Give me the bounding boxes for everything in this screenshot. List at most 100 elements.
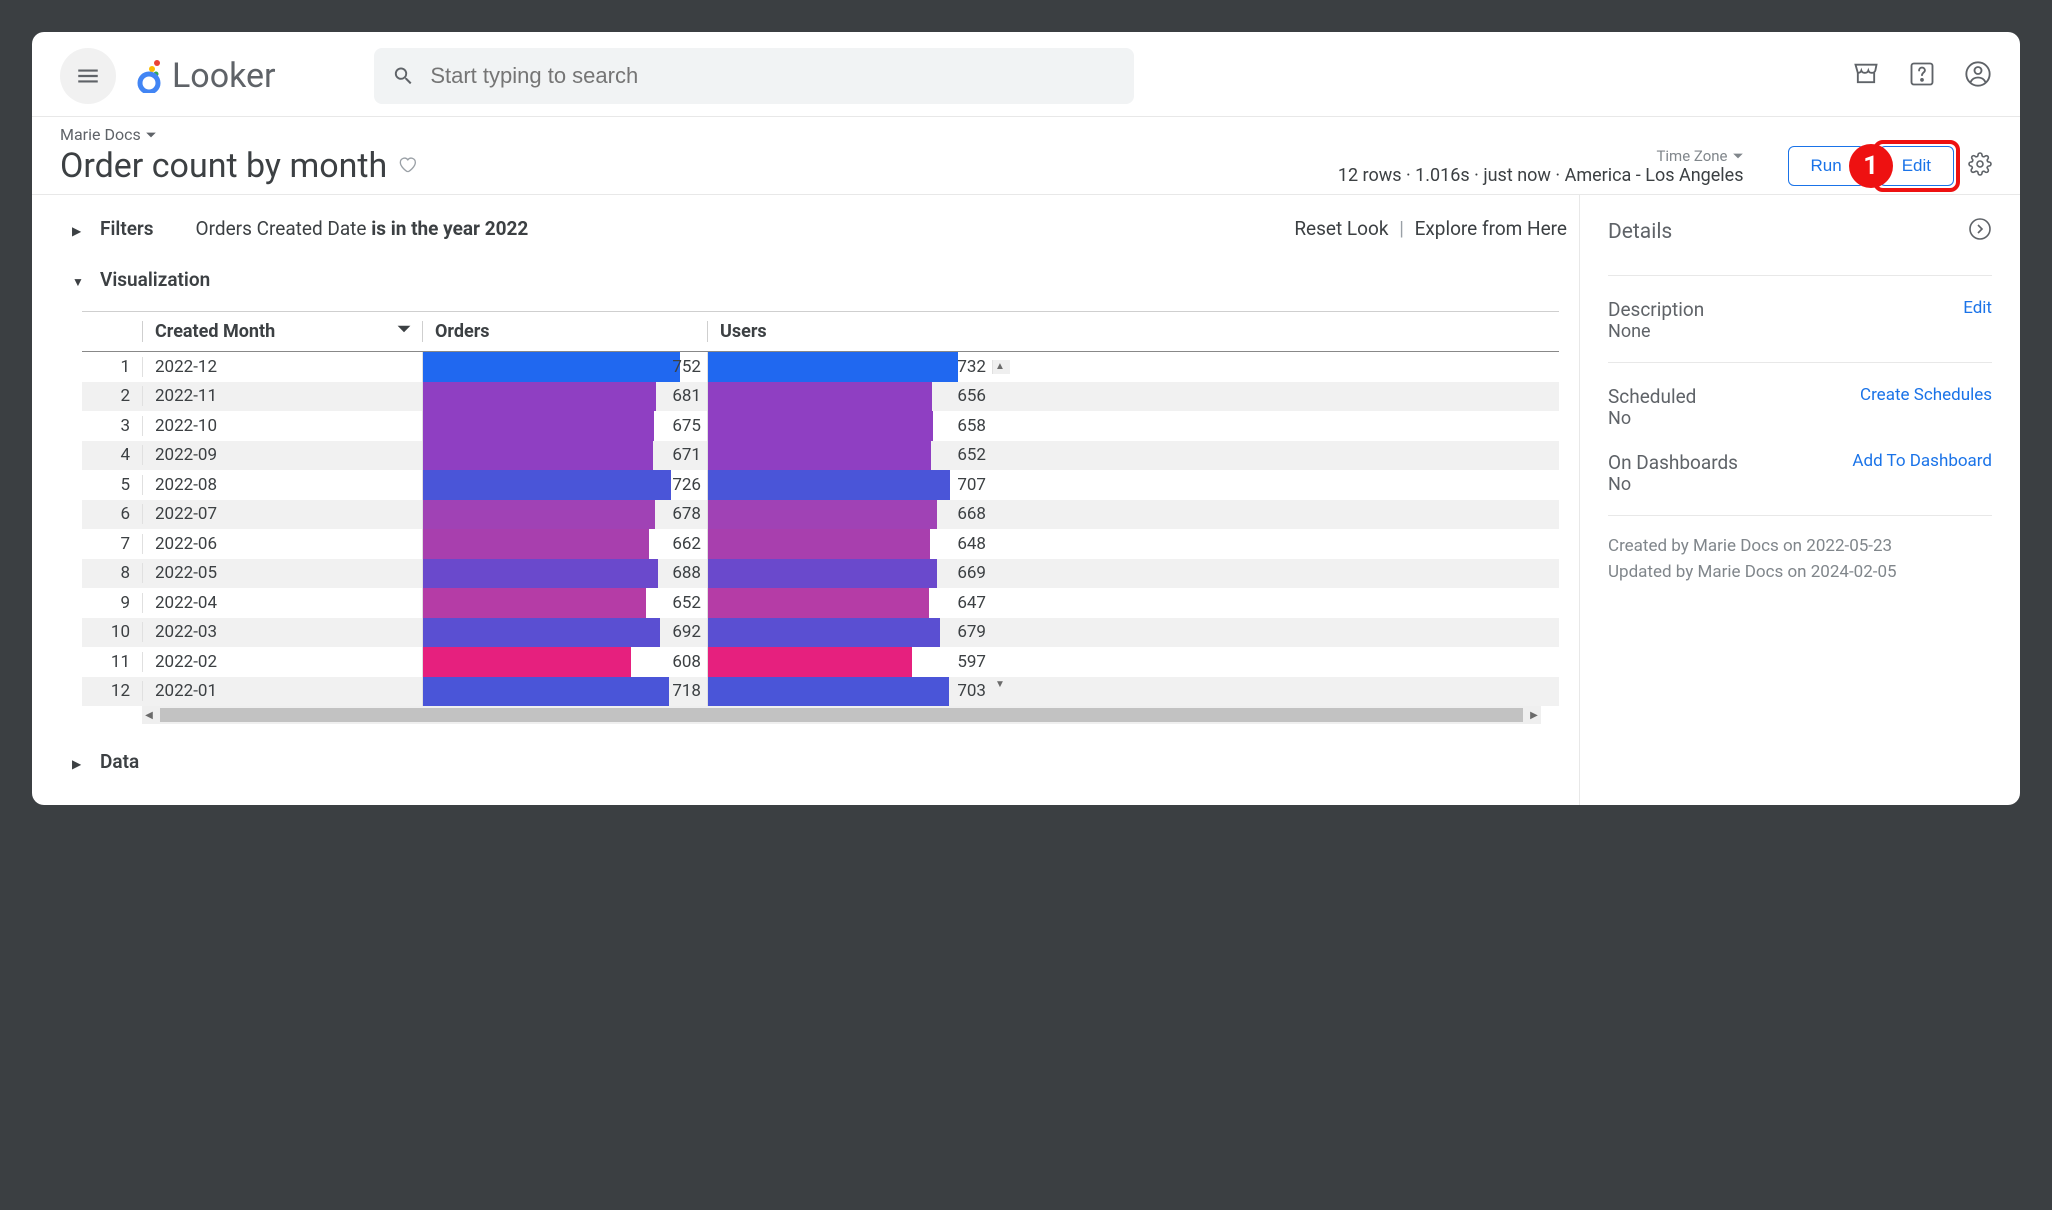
column-orders[interactable]: Orders xyxy=(422,321,707,342)
filters-label: Filters xyxy=(100,217,154,240)
cell-orders: 718 xyxy=(422,677,707,707)
users-value: 652 xyxy=(957,445,986,465)
table-row: 102022-03692679 xyxy=(82,618,1559,648)
filters-section-header[interactable]: Filters Orders Created Date is in the ye… xyxy=(72,217,1567,240)
column-users[interactable]: Users xyxy=(707,321,992,342)
row-index: 6 xyxy=(82,504,142,524)
query-status: 12 rows · 1.016s · just now · America - … xyxy=(1338,165,1744,186)
look-header: Marie Docs Order count by month Time Zon… xyxy=(32,117,2020,195)
row-index: 9 xyxy=(82,593,142,613)
description-label: Description xyxy=(1608,298,1704,321)
search-input[interactable] xyxy=(428,62,1115,90)
timezone-selector[interactable]: Time Zone xyxy=(1656,147,1743,165)
users-value: 648 xyxy=(957,534,986,554)
status-when: just now xyxy=(1483,165,1551,186)
account-icon[interactable] xyxy=(1964,60,1992,92)
users-bar xyxy=(708,559,937,589)
marketplace-icon[interactable] xyxy=(1852,60,1880,92)
orders-value: 652 xyxy=(672,593,701,613)
favorite-icon[interactable] xyxy=(397,154,417,178)
column-users-label: Users xyxy=(720,321,767,342)
cell-created-month: 2022-03 xyxy=(142,622,422,642)
users-value: 647 xyxy=(957,593,986,613)
users-value: 732 xyxy=(957,357,986,377)
explore-from-here-link[interactable]: Explore from Here xyxy=(1415,217,1567,240)
settings-gear-icon[interactable] xyxy=(1968,152,1992,180)
description-edit-link[interactable]: Edit xyxy=(1963,298,1992,318)
reset-look-link[interactable]: Reset Look xyxy=(1294,217,1388,240)
users-bar xyxy=(708,618,940,648)
table-row: 92022-04 652 647 xyxy=(82,588,1559,618)
scroll-left-icon[interactable]: ◀ xyxy=(142,710,156,721)
callout-badge: 1 xyxy=(1849,144,1893,188)
scroll-up-icon[interactable]: ▲ xyxy=(993,360,1007,374)
scheduled-value: No xyxy=(1608,408,1696,429)
cell-orders: 652 xyxy=(422,588,707,618)
users-value: 658 xyxy=(957,416,986,436)
table-row: 122022-01718703▼ xyxy=(82,677,1559,707)
breadcrumb[interactable]: Marie Docs xyxy=(60,125,417,144)
orders-value: 752 xyxy=(672,357,701,377)
users-bar xyxy=(708,470,950,500)
help-icon[interactable] xyxy=(1908,60,1936,92)
users-value: 679 xyxy=(957,622,986,642)
visualization-section-header[interactable]: Visualization xyxy=(72,268,1567,291)
search-icon xyxy=(392,64,415,88)
cell-created-month: 2022-08 xyxy=(142,475,422,495)
table-row: 72022-06662648 xyxy=(82,529,1559,559)
updated-by: Updated by Marie Docs on 2024-02-05 xyxy=(1608,560,1992,586)
orders-bar xyxy=(423,618,660,648)
cell-users: 668 xyxy=(707,500,992,530)
cell-created-month: 2022-06 xyxy=(142,534,422,554)
users-bar xyxy=(708,647,912,677)
horizontal-scrollbar[interactable]: ◀ ▶ xyxy=(142,706,1541,724)
users-bar xyxy=(708,500,937,530)
expand-icon[interactable] xyxy=(1968,217,1992,247)
data-label: Data xyxy=(100,750,139,773)
orders-value: 608 xyxy=(672,652,701,672)
cell-users: 597 xyxy=(707,647,992,677)
cell-users: 656 xyxy=(707,382,992,412)
row-index: 10 xyxy=(82,622,142,642)
column-orders-label: Orders xyxy=(435,321,490,342)
users-bar xyxy=(708,529,930,559)
dashboards-value: No xyxy=(1608,474,1738,495)
orders-bar xyxy=(423,677,669,707)
cell-users: 652 xyxy=(707,441,992,471)
users-bar xyxy=(708,441,931,471)
caret-right-icon xyxy=(72,217,86,240)
table-row: 82022-05688669 xyxy=(82,559,1559,589)
hamburger-icon xyxy=(75,63,101,89)
scroll-down-icon[interactable]: ▼ xyxy=(993,677,1007,691)
table-row: 42022-09671652 xyxy=(82,441,1559,471)
orders-bar xyxy=(423,441,653,471)
row-index: 8 xyxy=(82,563,142,583)
cell-created-month: 2022-12 xyxy=(142,357,422,377)
column-created-month[interactable]: Created Month xyxy=(142,321,422,342)
orders-value: 726 xyxy=(672,475,701,495)
add-to-dashboard-link[interactable]: Add To Dashboard xyxy=(1852,451,1992,471)
cell-orders: 608 xyxy=(422,647,707,677)
status-tz: America - Los Angeles xyxy=(1565,165,1744,186)
search-bar[interactable] xyxy=(374,48,1134,104)
top-bar: Looker xyxy=(32,32,2020,117)
table-row: 62022-07678668 xyxy=(82,500,1559,530)
breadcrumb-label: Marie Docs xyxy=(60,125,141,144)
orders-value: 681 xyxy=(672,386,701,406)
data-section-header[interactable]: Data xyxy=(72,750,1567,773)
row-index: 4 xyxy=(82,445,142,465)
vertical-scrollbar[interactable]: ▲ xyxy=(992,360,1010,374)
scroll-track[interactable] xyxy=(160,708,1523,722)
dashboards-label: On Dashboards xyxy=(1608,451,1738,474)
row-index: 2 xyxy=(82,386,142,406)
cell-created-month: 2022-04 xyxy=(142,593,422,613)
details-title: Details xyxy=(1608,220,1672,244)
logo: Looker xyxy=(134,56,276,96)
table-row: 22022-11681656 xyxy=(82,382,1559,412)
cell-users: 707 xyxy=(707,470,992,500)
create-schedules-link[interactable]: Create Schedules xyxy=(1860,385,1992,405)
cell-users: 679 xyxy=(707,618,992,648)
orders-value: 671 xyxy=(672,445,701,465)
scroll-right-icon[interactable]: ▶ xyxy=(1527,710,1541,721)
main-menu-button[interactable] xyxy=(60,48,116,104)
